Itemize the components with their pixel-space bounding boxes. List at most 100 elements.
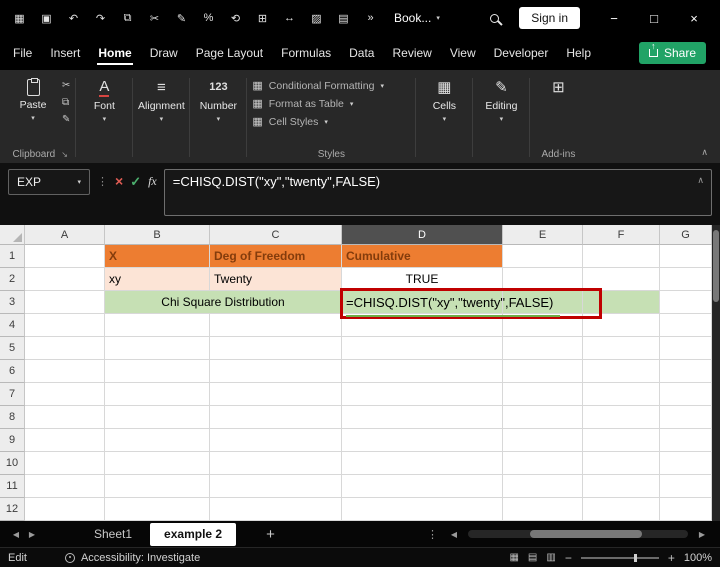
menu-item-insert[interactable]: Insert [41, 36, 89, 70]
col-header-F[interactable]: F [583, 225, 660, 245]
cell-G1[interactable] [660, 245, 712, 268]
cell-C5[interactable] [210, 337, 342, 360]
zoom-slider[interactable] [580, 553, 659, 562]
horizontal-scrollbar[interactable] [468, 530, 688, 538]
cell-E11[interactable] [503, 475, 583, 498]
undo-icon[interactable]: ↶ [60, 12, 87, 25]
paste-button[interactable]: Paste ▾ [10, 75, 56, 122]
cells-button[interactable]: ▦ Cells ▾ [421, 75, 467, 123]
vertical-scrollbar[interactable] [712, 225, 720, 521]
cut-icon[interactable]: ✂ [62, 81, 70, 91]
format-as-table-button[interactable]: ▦ Format as Table ▾ [252, 97, 353, 111]
dialog-launcher-icon[interactable]: ↘ [61, 150, 68, 159]
cell-A11[interactable] [25, 475, 105, 498]
cell-A8[interactable] [25, 406, 105, 429]
cell-D4[interactable] [342, 314, 503, 337]
horizontal-scrollbar-thumb[interactable] [530, 530, 642, 538]
cell-A4[interactable] [25, 314, 105, 337]
page-break-view-icon[interactable]: ▥ [546, 552, 555, 563]
col-header-B[interactable]: B [105, 225, 210, 245]
cut-icon[interactable]: ✂ [141, 12, 168, 25]
cell-C9[interactable] [210, 429, 342, 452]
cell-D6[interactable] [342, 360, 503, 383]
cell-G8[interactable] [660, 406, 712, 429]
cell-G11[interactable] [660, 475, 712, 498]
cell-D11[interactable] [342, 475, 503, 498]
undo-history-icon[interactable]: ⟲ [222, 12, 249, 25]
menu-item-data[interactable]: Data [340, 36, 383, 70]
row-header-4[interactable]: 4 [0, 314, 25, 337]
cell-A1[interactable] [25, 245, 105, 268]
cell-B12[interactable] [105, 498, 210, 521]
menu-item-page-layout[interactable]: Page Layout [187, 36, 272, 70]
scroll-left-icon[interactable]: ◀ [446, 530, 462, 539]
select-all-corner[interactable] [0, 225, 25, 245]
add-sheet-button[interactable]: + [266, 526, 275, 543]
menu-item-developer[interactable]: Developer [485, 36, 558, 70]
formula-input[interactable]: =CHISQ.DIST("xy","twenty",FALSE) ∧ [163, 169, 712, 216]
cell-B7[interactable] [105, 383, 210, 406]
row-header-10[interactable]: 10 [0, 452, 25, 475]
cell-C11[interactable] [210, 475, 342, 498]
menu-item-draw[interactable]: Draw [141, 36, 187, 70]
collapse-ribbon-icon[interactable]: ∧ [701, 147, 708, 158]
collapse-formula-bar-icon[interactable]: ∧ [697, 175, 704, 186]
cell-D12[interactable] [342, 498, 503, 521]
cell-B3[interactable]: Chi Square Distribution [105, 291, 342, 314]
next-sheet-icon[interactable]: ▶ [24, 530, 40, 539]
cell-A5[interactable] [25, 337, 105, 360]
cell-F6[interactable] [583, 360, 660, 383]
redo-icon[interactable]: ↷ [87, 12, 114, 25]
cell-F3[interactable] [583, 291, 660, 314]
cell-G2[interactable] [660, 268, 712, 291]
cell-A6[interactable] [25, 360, 105, 383]
cell-B9[interactable] [105, 429, 210, 452]
font-button[interactable]: A Font ▾ [81, 75, 127, 123]
cell-E10[interactable] [503, 452, 583, 475]
vertical-scrollbar-thumb[interactable] [713, 230, 719, 302]
cell-A12[interactable] [25, 498, 105, 521]
maximize-button[interactable]: □ [634, 11, 674, 26]
cell-B5[interactable] [105, 337, 210, 360]
cell-F5[interactable] [583, 337, 660, 360]
format-painter-icon[interactable]: ✎ [62, 115, 70, 125]
zoom-in-button[interactable]: + [668, 551, 675, 565]
cell-C2[interactable]: Twenty [210, 268, 342, 291]
copy-icon[interactable]: ⧉ [114, 12, 141, 25]
alignment-button[interactable]: ≡ Alignment ▾ [138, 75, 185, 123]
accessibility-status[interactable]: Accessibility: Investigate [64, 552, 200, 564]
cell-A9[interactable] [25, 429, 105, 452]
cell-F4[interactable] [583, 314, 660, 337]
conditional-formatting-button[interactable]: ▦ Conditional Formatting ▾ [252, 79, 384, 93]
cell-F11[interactable] [583, 475, 660, 498]
cell-B2[interactable]: xy [105, 268, 210, 291]
cell-C6[interactable] [210, 360, 342, 383]
freeze-panes-icon[interactable]: ▤ [330, 12, 357, 25]
app-launcher-icon[interactable]: ▦ [6, 12, 33, 25]
cell-F2[interactable] [583, 268, 660, 291]
overflow-icon[interactable]: » [357, 12, 384, 24]
percent-style-icon[interactable]: % [195, 12, 222, 24]
row-header-9[interactable]: 9 [0, 429, 25, 452]
cell-G7[interactable] [660, 383, 712, 406]
cell-B1[interactable]: X [105, 245, 210, 268]
row-header-1[interactable]: 1 [0, 245, 25, 268]
cell-E2[interactable] [503, 268, 583, 291]
cell-D5[interactable] [342, 337, 503, 360]
cell-B6[interactable] [105, 360, 210, 383]
prev-sheet-icon[interactable]: ◀ [8, 530, 24, 539]
cell-G3[interactable] [660, 291, 712, 314]
cell-G6[interactable] [660, 360, 712, 383]
cell-E4[interactable] [503, 314, 583, 337]
cell-D3[interactable]: =CHISQ.DIST("xy","twenty",FALSE) [342, 291, 553, 314]
cell-D8[interactable] [342, 406, 503, 429]
zoom-slider-thumb[interactable] [633, 553, 637, 562]
cell-C1[interactable]: Deg of Freedom [210, 245, 342, 268]
menu-item-file[interactable]: File [4, 36, 41, 70]
borders-icon[interactable]: ⊞ [249, 12, 276, 25]
menu-item-formulas[interactable]: Formulas [272, 36, 340, 70]
sheet-tab-sheet1[interactable]: Sheet1 [80, 521, 146, 547]
menu-item-view[interactable]: View [441, 36, 485, 70]
row-header-7[interactable]: 7 [0, 383, 25, 406]
document-title[interactable]: Book... ▾ [394, 11, 440, 25]
